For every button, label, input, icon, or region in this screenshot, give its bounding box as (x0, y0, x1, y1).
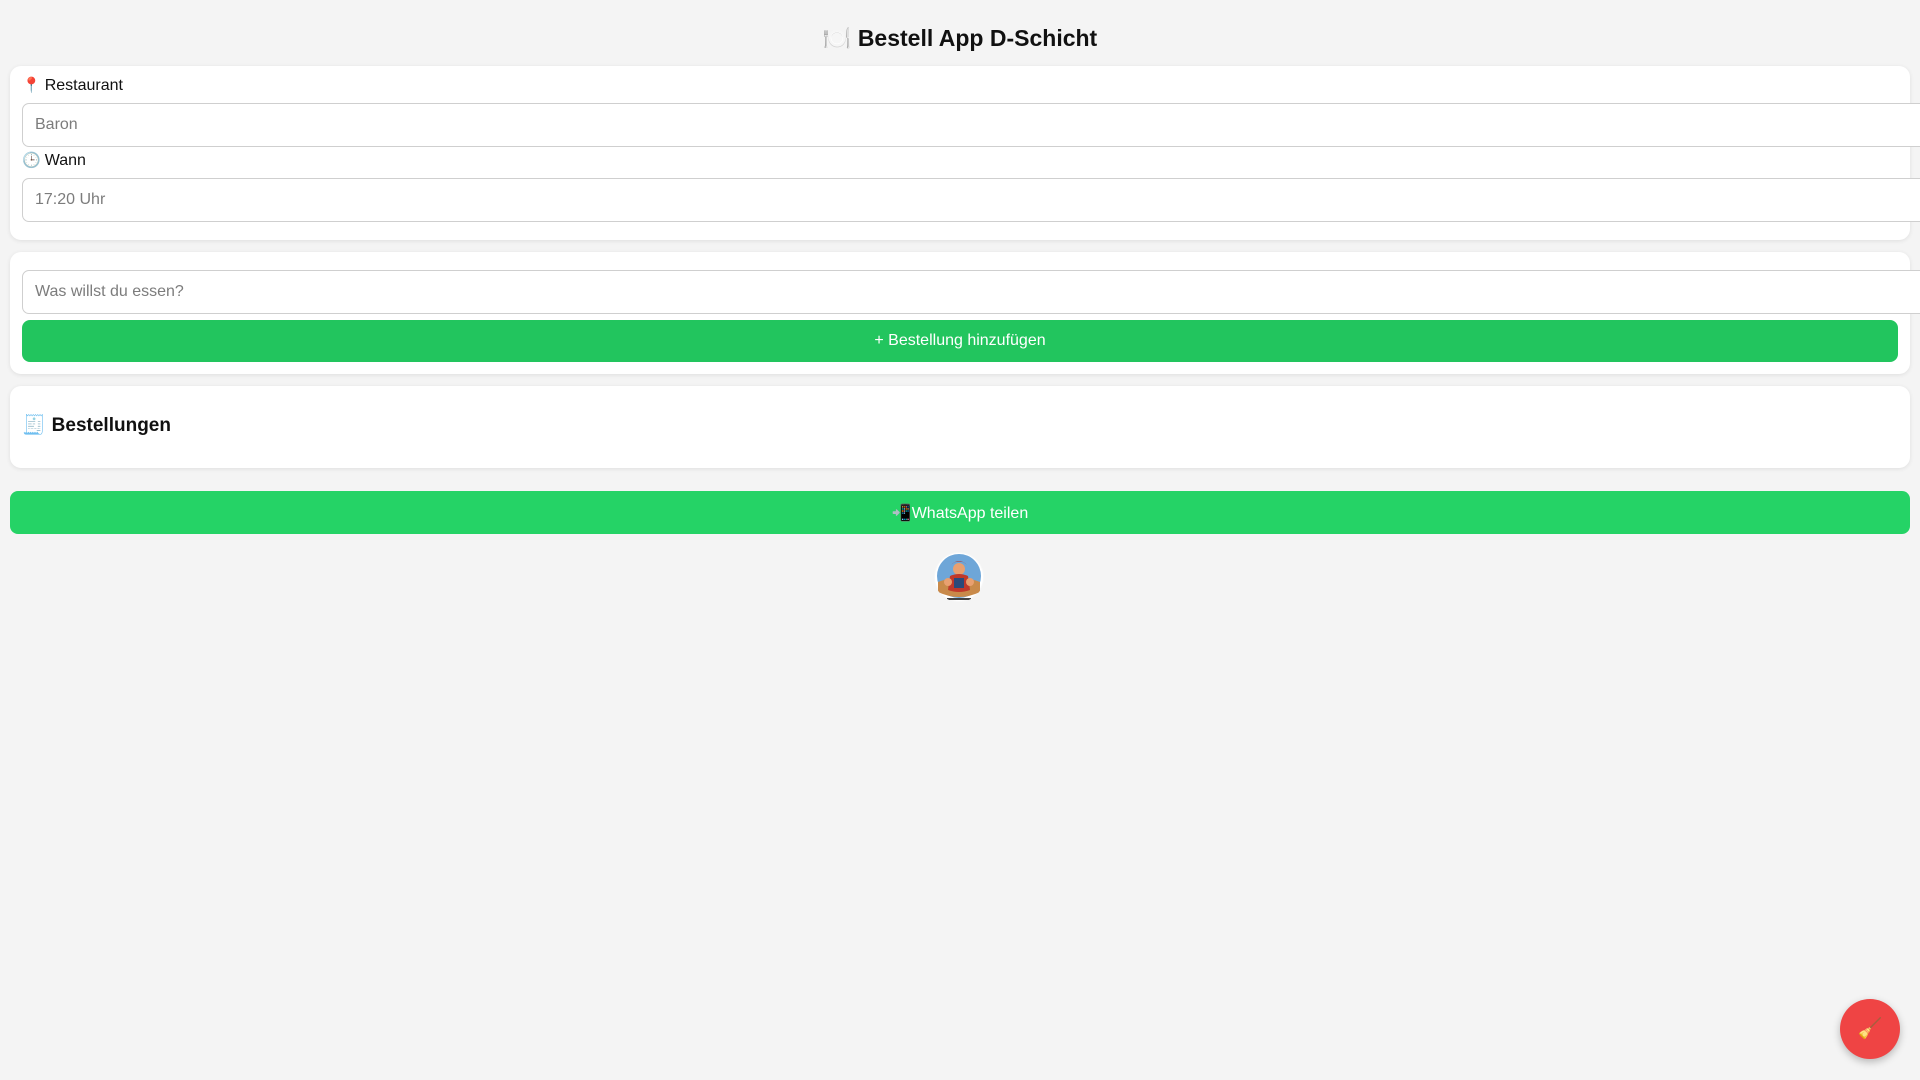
receipt-icon: 🧾 (22, 415, 46, 436)
phone-arrow-icon: 📲 (891, 504, 912, 522)
pin-icon: 📍 (22, 77, 41, 94)
clock-icon: 🕒 (22, 152, 41, 169)
time-label-text: Wann (44, 152, 86, 169)
add-order-button[interactable]: + Bestellung hinzufügen (22, 320, 1898, 362)
time-input[interactable] (22, 178, 1920, 222)
broom-icon: 🧹 (1857, 1018, 1883, 1040)
orders-heading-text: Bestellungen (51, 415, 171, 436)
team-logo (934, 552, 984, 602)
app-page: 🍽️ Bestell App D-Schicht 📍Restaurant 🕒Wa… (0, 0, 1920, 1080)
team-logo-image (935, 553, 983, 601)
orders-card: 🧾 Bestellungen (10, 386, 1910, 468)
page-title-text: Bestell App D-Schicht (857, 25, 1098, 51)
plate-cutlery-icon: 🍽️ (822, 25, 852, 51)
restaurant-input[interactable] (22, 103, 1920, 147)
add-order-card: + Bestellung hinzufügen (10, 252, 1920, 374)
order-details-card: 📍Restaurant 🕒Wann (10, 66, 1920, 240)
time-label: 🕒 Wann (22, 151, 86, 171)
whatsapp-share-button[interactable]: 📲WhatsApp teilen (10, 491, 1910, 534)
page-title: 🍽️ Bestell App D-Schicht (10, 0, 1910, 52)
food-input[interactable] (22, 270, 1920, 314)
orders-heading: 🧾 Bestellungen (22, 414, 171, 438)
restaurant-label-text: Restaurant (44, 77, 123, 94)
restaurant-label: 📍 Restaurant (22, 76, 123, 96)
clear-all-button[interactable]: 🧹 (1840, 999, 1900, 1059)
whatsapp-share-label: WhatsApp teilen (911, 504, 1029, 522)
